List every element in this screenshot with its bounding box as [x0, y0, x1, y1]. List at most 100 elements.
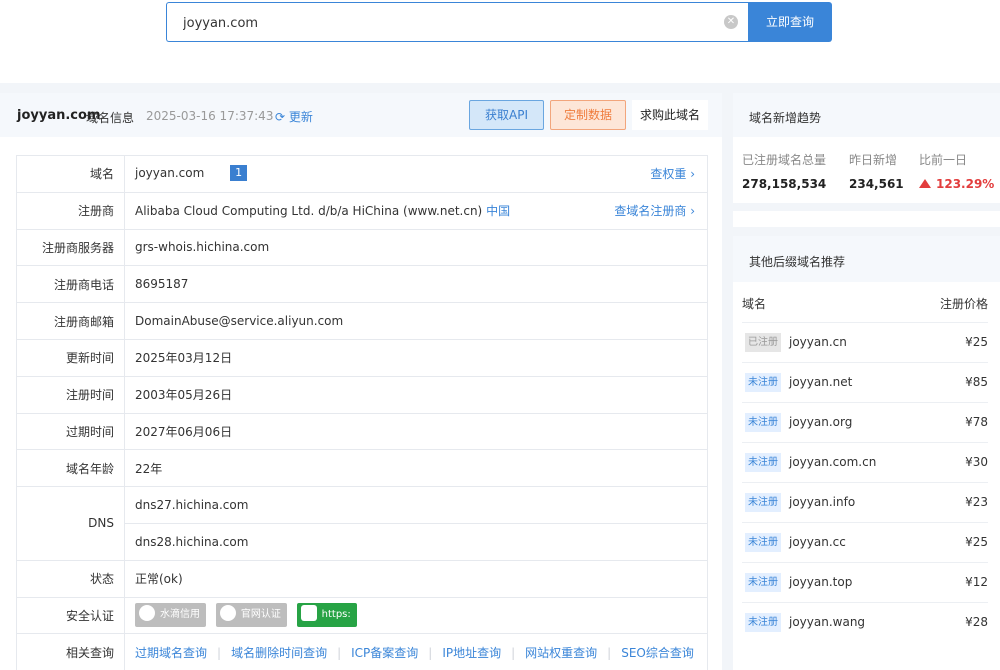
table-row: 注册商电话 8695187: [16, 265, 708, 304]
recommend-domain[interactable]: joyyan.cn: [789, 335, 847, 349]
created-value: 2003年05月26日: [124, 375, 708, 414]
row-label: DNS: [16, 486, 125, 561]
expires-value: 2027年06月06日: [124, 412, 708, 451]
table-row: 域名年龄 22年: [16, 449, 708, 488]
col-header-price: 注册价格: [939, 297, 988, 311]
row-label: 相关查询: [16, 633, 125, 670]
check-registrar-link[interactable]: 查域名注册商 ›: [614, 202, 695, 219]
recommend-domain[interactable]: joyyan.wang: [789, 615, 865, 629]
status-badge: 未注册: [745, 533, 781, 552]
registrar-country-link[interactable]: 中国: [486, 204, 510, 218]
status-badge: 未注册: [745, 493, 781, 512]
domain-value: joyyan.com: [135, 166, 205, 181]
domain-info-panel: joyyan.com 域名信息 2025-03-16 17:37:43 ⟳ 更新…: [0, 93, 722, 670]
recommend-price: ¥25: [965, 335, 988, 349]
table-row: 注册时间 2003年05月26日: [16, 375, 708, 414]
table-row: DNS dns27.hichina.com: [16, 486, 708, 561]
custom-data-button[interactable]: 定制数据: [550, 100, 626, 130]
status-value: 正常(ok): [124, 559, 708, 598]
table-row: 安全认证 水滴信用 官网认证 https:: [16, 596, 708, 635]
row-label: 域名: [16, 155, 125, 193]
search-input[interactable]: [183, 13, 713, 33]
status-badge: 未注册: [745, 573, 781, 592]
suffix-recommend-card: 其他后缀域名推荐 域名 注册价格 已注册 joyyan.cn ¥25 未注册 joyya…: [733, 236, 1000, 670]
recommend-domain[interactable]: joyyan.info: [789, 495, 855, 509]
list-item[interactable]: 未注册 joyyan.org ¥78: [742, 402, 988, 442]
list-item[interactable]: 未注册 joyyan.wang ¥28: [742, 602, 988, 642]
row-label: 状态: [16, 559, 125, 598]
get-api-button[interactable]: 获取API: [469, 100, 544, 130]
paw-icon: [219, 605, 236, 622]
related-link-delete-time[interactable]: 域名删除时间查询: [231, 646, 327, 660]
table-row: 相关查询 过期域名查询 | 域名删除时间查询 | ICP备案查询 | IP地址查询 | 网站权重…: [16, 633, 708, 670]
buy-domain-button[interactable]: 求购此域名: [632, 100, 708, 130]
registrar-value: Alibaba Cloud Computing Ltd. d/b/a HiChi…: [135, 204, 483, 219]
shuidi-credit-badge[interactable]: 水滴信用: [135, 603, 206, 628]
recommend-domain[interactable]: joyyan.top: [789, 575, 852, 589]
status-badge: 未注册: [745, 413, 781, 432]
stat-label: 已注册域名总量: [742, 153, 827, 167]
refresh-link[interactable]: ⟳ 更新: [275, 108, 313, 125]
dns-value: dns28.hichina.com: [124, 522, 708, 561]
list-item[interactable]: 未注册 joyyan.net ¥85: [742, 362, 988, 402]
table-row: 注册商邮箱 DomainAbuse@service.aliyun.com: [16, 302, 708, 340]
related-link-ip[interactable]: IP地址查询: [442, 646, 501, 660]
chevron-right-icon: ›: [690, 167, 695, 182]
registrar-server-value: grs-whois.hichina.com: [124, 228, 708, 267]
stat-label: 昨日新增: [849, 153, 898, 167]
registrar-email-value: DomainAbuse@service.aliyun.com: [124, 302, 708, 340]
stat-label: 比前一日: [919, 153, 968, 167]
recommend-price: ¥30: [965, 455, 988, 469]
water-drop-icon: [139, 605, 155, 622]
panel-header: joyyan.com 域名信息 2025-03-16 17:37:43 ⟳ 更新…: [0, 93, 722, 137]
recommend-domain[interactable]: joyyan.cc: [789, 535, 846, 549]
row-label: 注册商: [16, 191, 125, 230]
refresh-label: 更新: [288, 110, 313, 124]
table-row: 注册商服务器 grs-whois.hichina.com: [16, 228, 708, 267]
recommend-domain[interactable]: joyyan.org: [789, 415, 852, 429]
dns-value: dns27.hichina.com: [124, 486, 708, 524]
whois-table: 域名 joyyan.com 1 查权重 › 注册商 Alibaba Cloud …: [16, 155, 708, 670]
recommend-domain[interactable]: joyyan.net: [789, 375, 852, 389]
table-row: 状态 正常(ok): [16, 559, 708, 598]
search-area: ✕ 立即查询: [0, 0, 1000, 83]
rank-badge: 1: [230, 165, 248, 182]
recommend-domain[interactable]: joyyan.com.cn: [789, 455, 876, 469]
recommend-price: ¥23: [965, 495, 988, 509]
search-button[interactable]: 立即查询: [748, 2, 832, 42]
official-cert-badge[interactable]: 官网认证: [215, 603, 287, 628]
query-time: 2025-03-16 17:37:43: [146, 109, 274, 123]
https-badge[interactable]: https:: [296, 603, 357, 628]
shield-icon: [300, 605, 317, 622]
stat-value: 278,158,534: [742, 177, 827, 191]
related-link-icp[interactable]: ICP备案查询: [351, 646, 418, 660]
list-item[interactable]: 未注册 joyyan.cc ¥25: [742, 522, 988, 562]
recommend-price: ¥78: [965, 415, 988, 429]
row-label: 过期时间: [16, 412, 125, 451]
related-link-expired[interactable]: 过期域名查询: [135, 646, 207, 660]
related-link-weight[interactable]: 网站权重查询: [525, 646, 597, 660]
status-badge: 已注册: [745, 333, 781, 352]
list-item[interactable]: 未注册 joyyan.info ¥23: [742, 482, 988, 522]
list-item[interactable]: 未注册 joyyan.com.cn ¥30: [742, 442, 988, 482]
recommend-price: ¥12: [965, 575, 988, 589]
row-label: 注册商电话: [16, 265, 125, 304]
row-label: 注册商邮箱: [16, 302, 125, 340]
stat-total: 已注册域名总量 278,158,534: [742, 151, 826, 191]
check-weight-link[interactable]: 查权重 ›: [650, 165, 695, 182]
chevron-right-icon: ›: [690, 204, 695, 219]
row-label: 安全认证: [16, 596, 125, 635]
table-row: 注册商 Alibaba Cloud Computing Ltd. d/b/a H…: [16, 191, 708, 230]
row-label: 注册商服务器: [16, 228, 125, 267]
updated-value: 2025年03月12日: [124, 338, 708, 377]
stat-change: 比前一日 123.29%: [919, 151, 994, 191]
list-item[interactable]: 未注册 joyyan.top ¥12: [742, 562, 988, 602]
trend-title: 域名新增趋势: [733, 93, 1000, 137]
row-label: 域名年龄: [16, 449, 125, 488]
spacer-card: [733, 211, 1000, 227]
list-item[interactable]: 已注册 joyyan.cn ¥25: [742, 322, 988, 362]
related-link-seo[interactable]: SEO综合查询: [621, 646, 694, 660]
status-badge: 未注册: [745, 613, 781, 632]
recommend-title: 其他后缀域名推荐: [733, 236, 1000, 282]
clear-icon[interactable]: ✕: [724, 15, 738, 29]
